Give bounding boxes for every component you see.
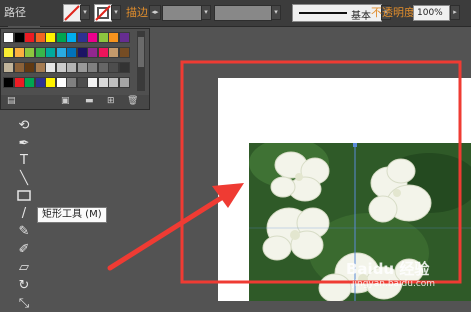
annotation-arrow-shaft <box>107 192 229 271</box>
annotation-overlay <box>107 60 462 284</box>
watermark-brand: Baidu 经验 <box>346 260 430 278</box>
highlight-rectangle <box>180 60 462 284</box>
watermark-url: jingyan.baidu.com <box>352 279 436 289</box>
annotation-arrow-head <box>212 183 244 208</box>
